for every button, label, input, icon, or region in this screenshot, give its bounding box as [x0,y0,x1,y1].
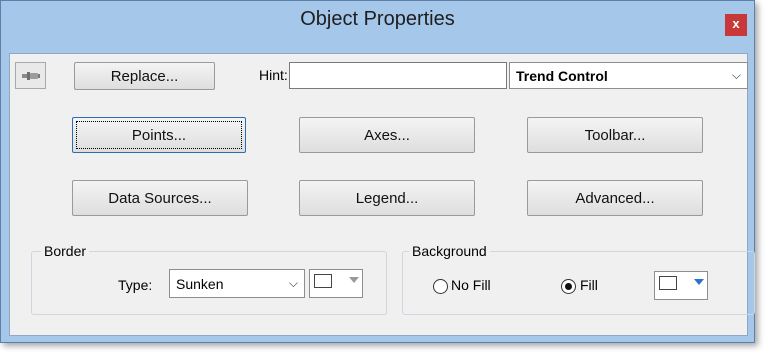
hint-input[interactable] [289,62,507,89]
no-fill-radio[interactable] [433,279,448,294]
dropdown-arrow-icon [694,279,704,285]
background-color-preview [659,276,677,290]
toolbar-button-label: Toolbar... [584,127,646,144]
pin-button[interactable] [15,62,46,89]
legend-button-label: Legend... [355,190,419,207]
border-type-value: Sunken [176,276,224,292]
pin-icon [22,72,40,80]
dropdown-arrow-icon [349,277,359,283]
fill-label[interactable]: Fill [580,277,598,293]
close-button[interactable]: x [725,14,747,36]
border-type-label: Type: [118,277,153,293]
border-color-picker[interactable] [309,269,363,298]
axes-button[interactable]: Axes... [299,117,475,153]
object-type-value: Trend Control [516,68,608,84]
data-sources-button[interactable]: Data Sources... [72,180,248,216]
points-button[interactable]: Points... [72,117,246,153]
axes-button-label: Axes... [364,127,410,144]
object-properties-window: Object Properties x Replace... Hint: Tre… [0,0,755,343]
background-color-picker[interactable] [654,271,708,300]
border-type-select[interactable]: Sunken ⌵ [169,269,305,298]
title-bar[interactable]: Object Properties x [1,1,754,39]
no-fill-label[interactable]: No Fill [451,277,491,293]
hint-label: Hint: [259,67,288,83]
toolbar-button[interactable]: Toolbar... [527,117,703,153]
legend-button[interactable]: Legend... [299,180,475,216]
data-sources-button-label: Data Sources... [108,190,212,207]
advanced-button-label: Advanced... [575,190,655,207]
window-title: Object Properties [300,8,455,30]
chevron-down-icon: ⌵ [288,276,298,290]
points-button-label: Points... [131,127,187,144]
fill-radio[interactable] [561,279,576,294]
chevron-down-icon: ⌵ [731,68,741,82]
object-type-select[interactable]: Trend Control ⌵ [509,62,748,89]
background-group-label: Background [409,243,490,259]
replace-button-label: Replace... [110,68,179,85]
replace-button[interactable]: Replace... [74,62,215,90]
border-group-label: Border [41,243,90,259]
border-color-preview [314,274,332,288]
advanced-button[interactable]: Advanced... [527,180,703,216]
